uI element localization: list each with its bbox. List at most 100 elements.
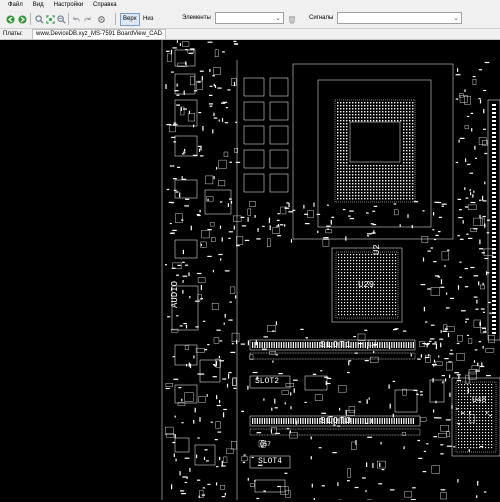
pad xyxy=(343,183,344,184)
pad xyxy=(364,168,365,169)
board-canvas[interactable]: AUDIO U2 U29 SLOT1 SLOT2 SLOT3 SLOT4 U48… xyxy=(0,40,500,500)
pad xyxy=(367,192,368,193)
pad xyxy=(185,199,189,200)
pad xyxy=(389,296,390,297)
pad xyxy=(394,342,395,348)
pad xyxy=(349,177,350,178)
pad xyxy=(379,171,380,172)
menu-view[interactable]: Вид xyxy=(28,0,49,10)
pad xyxy=(383,314,384,315)
pad xyxy=(397,192,398,193)
menu-file[interactable]: Файл xyxy=(0,0,28,10)
pad xyxy=(388,192,389,193)
pad xyxy=(385,171,386,172)
zoom-out-button[interactable] xyxy=(56,14,66,24)
pad xyxy=(235,122,237,123)
pad xyxy=(482,435,483,436)
pad xyxy=(385,195,386,196)
component-outline xyxy=(273,228,280,234)
pad xyxy=(485,435,486,436)
pad xyxy=(476,390,477,391)
vrm-inductor xyxy=(244,126,264,144)
redo-button[interactable] xyxy=(82,14,92,24)
pad xyxy=(181,108,182,112)
component-outline xyxy=(242,457,247,461)
pad xyxy=(386,272,387,273)
menu-settings[interactable]: Настройки xyxy=(49,0,88,10)
pad xyxy=(400,165,401,166)
signals-combobox[interactable]: ⌄ xyxy=(337,12,462,24)
pad xyxy=(485,405,486,406)
pad xyxy=(366,462,367,467)
pad xyxy=(340,177,341,178)
pad xyxy=(383,260,384,261)
pad xyxy=(356,305,357,306)
pad xyxy=(222,496,225,497)
pad xyxy=(397,117,398,118)
pad xyxy=(492,184,496,186)
pad xyxy=(353,257,354,258)
undo-button[interactable] xyxy=(71,14,81,24)
pad xyxy=(464,417,465,418)
pad xyxy=(197,273,202,274)
pad xyxy=(277,213,279,214)
pad xyxy=(353,254,354,255)
pad xyxy=(347,263,348,264)
back-button[interactable] xyxy=(5,14,15,24)
pad xyxy=(479,438,480,439)
pad xyxy=(412,195,413,196)
pad xyxy=(361,192,362,193)
pad xyxy=(368,311,369,312)
pad xyxy=(438,355,439,357)
pad xyxy=(179,193,180,198)
pad xyxy=(409,105,410,106)
pad xyxy=(376,186,377,187)
elements-search-button[interactable] xyxy=(287,14,297,24)
settings-button[interactable] xyxy=(96,14,106,24)
pad xyxy=(377,311,378,312)
pad xyxy=(181,219,183,220)
pad xyxy=(467,420,468,421)
pad xyxy=(410,342,411,348)
pad xyxy=(395,272,396,273)
view-bottom-toggle[interactable]: Низ xyxy=(140,13,156,26)
pad xyxy=(447,446,452,447)
pad xyxy=(397,165,398,166)
pad xyxy=(210,106,213,107)
pad xyxy=(341,269,342,270)
label-u2: U2 xyxy=(372,244,382,255)
pad xyxy=(397,198,398,199)
pad xyxy=(388,180,389,181)
pad xyxy=(403,129,404,130)
pad xyxy=(266,418,267,424)
pad xyxy=(492,232,496,234)
pad xyxy=(272,361,273,363)
pad xyxy=(201,285,202,290)
pad xyxy=(167,316,170,317)
pad xyxy=(492,196,496,198)
pad xyxy=(470,405,471,406)
zoom-in-button[interactable] xyxy=(34,14,44,24)
pad xyxy=(461,444,462,445)
pad xyxy=(171,202,173,203)
fit-to-screen-button[interactable] xyxy=(45,14,55,24)
pad xyxy=(361,186,362,187)
component-outline xyxy=(447,432,450,437)
pad xyxy=(392,254,393,255)
pad xyxy=(477,481,478,486)
pad xyxy=(480,100,481,104)
board-tab[interactable]: www.DeviceDB.xyz_MS-7591 BoardView_CAD xyxy=(32,29,166,39)
view-top-toggle[interactable]: Верх xyxy=(120,13,140,26)
elements-combobox[interactable]: ⌄ xyxy=(215,12,284,24)
forward-button[interactable] xyxy=(17,14,27,24)
pad xyxy=(377,281,378,282)
pad xyxy=(491,387,492,388)
pad xyxy=(403,138,404,139)
pad xyxy=(204,457,205,460)
pad xyxy=(458,217,462,218)
pad xyxy=(216,167,217,169)
component-outline xyxy=(267,239,270,247)
pad xyxy=(406,105,407,106)
menu-help[interactable]: Справка xyxy=(88,0,122,10)
pad xyxy=(380,260,381,261)
